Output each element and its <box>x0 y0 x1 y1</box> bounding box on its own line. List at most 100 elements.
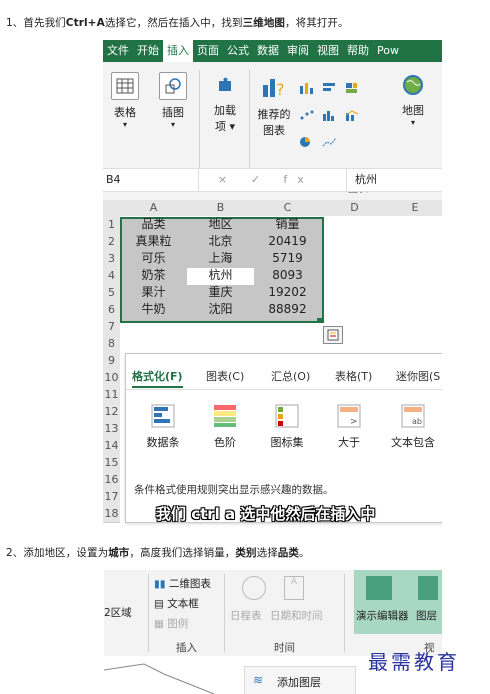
table-cell[interactable]: 销量 <box>254 216 321 233</box>
hierarchy-chart-icon[interactable] <box>345 79 363 93</box>
line-chart-icon[interactable] <box>322 133 340 146</box>
table-cell[interactable]: 杭州 <box>187 267 254 284</box>
map-button[interactable]: 地图 ▾ <box>395 72 431 127</box>
table-cell[interactable]: 牛奶 <box>120 301 187 318</box>
row-header[interactable]: 14 <box>103 437 120 455</box>
illustration-button[interactable]: 插图 ▾ <box>155 72 191 129</box>
table-cell[interactable]: 重庆 <box>187 284 254 301</box>
table-cell[interactable]: 地区 <box>187 216 254 233</box>
combo-chart-icon[interactable] <box>345 106 363 121</box>
row-header[interactable]: 2 <box>103 233 120 251</box>
layer-pane-button[interactable]: 图层 <box>416 608 437 623</box>
table-cell[interactable]: 品类 <box>120 216 187 233</box>
tab-page-layout[interactable]: 页面 <box>193 40 223 62</box>
qa-tab-tables[interactable]: 表格(T) <box>335 368 372 384</box>
tab-insert[interactable]: 插入 <box>163 40 193 62</box>
column-header-c[interactable]: C <box>254 200 322 216</box>
fill-handle[interactable] <box>317 318 322 323</box>
row-header[interactable]: 7 <box>103 318 120 336</box>
column-header-e[interactable]: E <box>388 200 442 216</box>
timeline-button[interactable]: 日程表 <box>230 608 262 623</box>
row-header[interactable]: 15 <box>103 454 120 472</box>
tab-file[interactable]: 文件 <box>103 40 133 62</box>
add-layer-icon: ≋ <box>253 673 264 687</box>
stat-chart-icon[interactable] <box>322 106 340 121</box>
row-header[interactable]: 13 <box>103 420 120 438</box>
qa-tab-charts[interactable]: 图表(C) <box>206 368 244 384</box>
step2-prefix: 2、添加地区，设置为 <box>6 547 109 559</box>
row-header[interactable]: 9 <box>103 352 120 370</box>
select-all-corner[interactable] <box>103 200 120 216</box>
table-cell[interactable]: 8093 <box>254 267 321 284</box>
watermark-text: 最需教育 <box>368 650 460 674</box>
quick-analysis-button[interactable] <box>323 326 343 344</box>
scatter-chart-icon[interactable] <box>299 106 317 119</box>
recommended-chart-label-1: 推荐的 <box>257 108 291 121</box>
step1-key-3d-map: 三维地图 <box>242 17 286 29</box>
recommended-charts-button[interactable]: ? 推荐的 图表 <box>253 72 295 138</box>
row-header[interactable]: 5 <box>103 284 120 302</box>
name-box[interactable]: B4 <box>103 169 199 191</box>
textbox-button[interactable]: ▤ 文本框 <box>154 596 199 611</box>
qa-option-text-contains[interactable]: ab 文本包含 <box>384 404 442 450</box>
tab-review[interactable]: 审阅 <box>283 40 313 62</box>
table-cell[interactable]: 果汁 <box>120 284 187 301</box>
table-cell[interactable]: 可乐 <box>120 250 187 267</box>
tour-editor-button[interactable]: 演示编辑器 <box>356 608 409 623</box>
row-header[interactable]: 11 <box>103 386 120 404</box>
row-header[interactable]: 1 <box>103 216 120 234</box>
row-header[interactable]: 4 <box>103 267 120 285</box>
qa-tab-sparklines[interactable]: 迷你图(S <box>396 368 440 384</box>
tab-home[interactable]: 开始 <box>133 40 163 62</box>
row-header[interactable]: 6 <box>103 301 120 319</box>
tab-view[interactable]: 视图 <box>313 40 343 62</box>
table-cell[interactable]: 奶茶 <box>120 267 187 284</box>
chart-2d-button[interactable]: ▮▮ 二维图表 <box>154 576 211 591</box>
formula-value[interactable]: 杭州 <box>346 169 442 191</box>
table-cell[interactable]: 真果粒 <box>120 233 187 250</box>
row-header[interactable]: 3 <box>103 250 120 268</box>
table-cell[interactable]: 5719 <box>254 250 321 267</box>
recommended-chart-label-2: 图表 <box>263 124 285 137</box>
date-time-button[interactable]: 日期和时间 <box>270 608 323 623</box>
tab-formulas[interactable]: 公式 <box>223 40 253 62</box>
qa-option-color-scale[interactable]: 色阶 <box>200 404 250 450</box>
qa-description: 条件格式使用规则突出显示感兴趣的数据。 <box>134 484 334 496</box>
tab-power[interactable]: Pow <box>373 40 403 62</box>
layer-pane-icon <box>418 576 438 600</box>
column-chart-icon[interactable] <box>299 79 317 94</box>
row-header[interactable]: 17 <box>103 488 120 506</box>
add-layer-button[interactable]: ≋ 添加图层 <box>244 666 356 694</box>
addins-button[interactable]: 加载 项 ▾ <box>207 72 243 134</box>
region-label[interactable]: 2区域 <box>104 605 132 620</box>
column-header-d[interactable]: D <box>321 200 389 216</box>
table-cell[interactable]: 北京 <box>187 233 254 250</box>
row-header[interactable]: 18 <box>103 505 120 523</box>
color-scale-icon <box>212 404 238 428</box>
table-cell[interactable]: 88892 <box>254 301 321 318</box>
table-cell[interactable]: 上海 <box>187 250 254 267</box>
qa-tab-totals[interactable]: 汇总(O) <box>271 368 310 384</box>
tab-data[interactable]: 数据 <box>253 40 283 62</box>
table-cell[interactable]: 20419 <box>254 233 321 250</box>
row-header[interactable]: 16 <box>103 471 120 489</box>
3d-map-ribbon-screenshot: 2区域 ▮▮ 二维图表 ▤ 文本框 ▦ 图例 插入 A 日程表 日期和时间 时间… <box>104 570 442 657</box>
column-header-b[interactable]: B <box>187 200 255 216</box>
qa-option-data-bars[interactable]: 数据条 <box>138 404 188 450</box>
table-cell[interactable]: 沈阳 <box>187 301 254 318</box>
table-cell[interactable]: 19202 <box>254 284 321 301</box>
legend-button[interactable]: ▦ 图例 <box>154 616 188 631</box>
column-header-a[interactable]: A <box>120 200 188 216</box>
row-header[interactable]: 12 <box>103 403 120 421</box>
row-header[interactable]: 8 <box>103 335 120 353</box>
qa-option-icon-set[interactable]: 图标集 <box>262 404 312 450</box>
bar-chart-icon[interactable] <box>322 79 340 91</box>
pie-chart-icon[interactable] <box>299 133 317 147</box>
row-header[interactable]: 10 <box>103 369 120 387</box>
tab-help[interactable]: 帮助 <box>343 40 373 62</box>
addins-label-1: 加载 <box>214 104 236 117</box>
table-button[interactable]: 表格 ▾ <box>107 72 143 129</box>
table-label: 表格 <box>114 106 136 119</box>
qa-option-greater-than[interactable]: > 大于 <box>324 404 374 450</box>
qa-tab-formatting[interactable]: 格式化(F) <box>132 368 183 388</box>
